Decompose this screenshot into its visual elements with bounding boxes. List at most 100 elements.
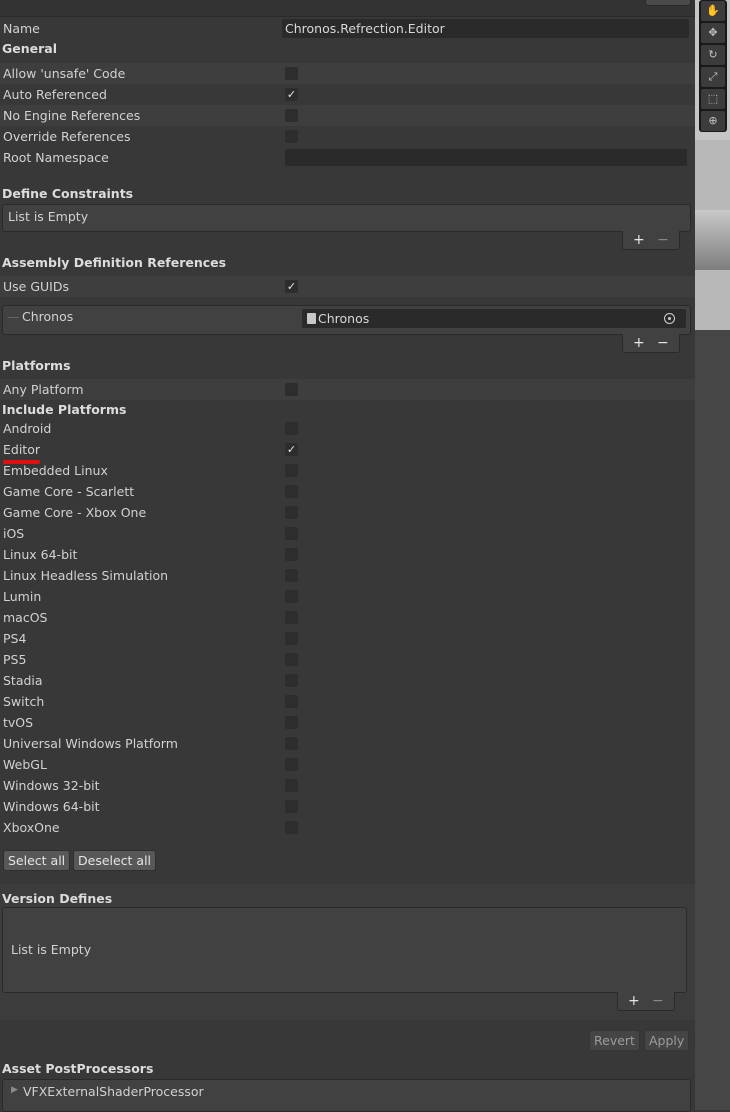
platform-game-core-scarlett-label: Game Core - Scarlett (3, 484, 135, 499)
any-platform-label: Any Platform (3, 382, 84, 397)
platform-stadia-label: Stadia (3, 673, 43, 688)
general-option-1-row: Auto Referenced ✓ (0, 84, 695, 105)
platform-ps5-row: PS5 (0, 649, 695, 670)
red-underline-annotation (3, 460, 40, 464)
scene-toolbar: ✋ ✥ ↻ ⤢ ⬚ ⊕ (699, 0, 727, 132)
general-option-2-row: No Engine References (0, 105, 695, 126)
platform-webgl-checkbox[interactable] (285, 758, 298, 771)
platform-tvos-row: tvOS (0, 712, 695, 733)
platform-windows-32-bit-checkbox[interactable] (285, 779, 298, 792)
platform-windows-64-bit-checkbox[interactable] (285, 800, 298, 813)
foldout-arrow-icon[interactable]: ▶ (11, 1085, 18, 1095)
platform-game-core-xbox-one-row: Game Core - Xbox One (0, 502, 695, 523)
include-platforms-header: Include Platforms (2, 402, 127, 417)
platform-universal-windows-platform-row: Universal Windows Platform (0, 733, 695, 754)
use-guids-checkbox[interactable]: ✓ (285, 280, 298, 293)
platform-windows-64-bit-label: Windows 64-bit (3, 799, 100, 814)
rect-tool-icon[interactable]: ⬚ (701, 89, 725, 109)
platform-android-label: Android (3, 421, 52, 436)
postprocessors-header: Asset PostProcessors (2, 1061, 154, 1076)
platform-game-core-scarlett-row: Game Core - Scarlett (0, 481, 695, 502)
define-constraints-list: List is Empty (2, 204, 691, 232)
general-option-1-label: Auto Referenced (3, 87, 107, 102)
deselect-all-button[interactable]: Deselect all (73, 850, 157, 871)
scene-view[interactable]: ✋ ✥ ↻ ⤢ ⬚ ⊕ (695, 0, 730, 1110)
platform-switch-row: Switch (0, 691, 695, 712)
platform-editor-label: Editor (3, 442, 40, 457)
hand-tool-icon[interactable]: ✋ (701, 1, 725, 21)
platform-linux-headless-simulation-checkbox[interactable] (285, 569, 298, 582)
platform-lumin-row: Lumin (0, 586, 695, 607)
platform-xboxone-checkbox[interactable] (285, 821, 298, 834)
version-defines-header: Version Defines (2, 891, 113, 906)
general-option-1-checkbox[interactable]: ✓ (285, 88, 298, 101)
root-namespace-field[interactable] (285, 149, 687, 166)
platform-windows-32-bit-label: Windows 32-bit (3, 778, 100, 793)
platform-webgl-row: WebGL (0, 754, 695, 775)
platforms-header: Platforms (2, 358, 71, 373)
platform-game-core-xbox-one-checkbox[interactable] (285, 506, 298, 519)
platform-ps5-checkbox[interactable] (285, 653, 298, 666)
move-tool-icon[interactable]: ✥ (701, 23, 725, 43)
inspector-panel: Name Chronos.Refrection.Editor General A… (0, 0, 695, 1112)
platform-switch-checkbox[interactable] (285, 695, 298, 708)
header-button[interactable] (645, 0, 691, 6)
object-picker-icon[interactable] (664, 313, 675, 324)
platform-universal-windows-platform-checkbox[interactable] (285, 737, 298, 750)
asmdef-file-icon (307, 313, 316, 324)
any-platform-checkbox[interactable] (285, 383, 298, 396)
platform-windows-32-bit-row: Windows 32-bit (0, 775, 695, 796)
platform-ios-checkbox[interactable] (285, 527, 298, 540)
platform-linux-64-bit-checkbox[interactable] (285, 548, 298, 561)
platform-macos-checkbox[interactable] (285, 611, 298, 624)
general-option-0-checkbox[interactable] (285, 67, 298, 80)
platform-ps5-label: PS5 (3, 652, 27, 667)
scene-horizon (695, 210, 730, 270)
platform-stadia-checkbox[interactable] (285, 674, 298, 687)
define-constraints-remove-button[interactable]: − (657, 231, 669, 249)
general-option-0-row: Allow 'unsafe' Code (0, 63, 695, 84)
assembly-refs-add-button[interactable]: + (633, 334, 645, 352)
drag-handle[interactable]: — (7, 306, 20, 328)
platform-windows-64-bit-row: Windows 64-bit (0, 796, 695, 817)
platform-android-checkbox[interactable] (285, 422, 298, 435)
general-option-2-checkbox[interactable] (285, 109, 298, 122)
revert-button[interactable]: Revert (589, 1030, 640, 1051)
platform-linux-headless-simulation-row: Linux Headless Simulation (0, 565, 695, 586)
platform-game-core-scarlett-checkbox[interactable] (285, 485, 298, 498)
assembly-refs-remove-button[interactable]: − (657, 334, 669, 352)
top-strip (0, 0, 695, 16)
apply-button[interactable]: Apply (644, 1030, 690, 1051)
platform-ios-row: iOS (0, 523, 695, 544)
platform-game-core-xbox-one-label: Game Core - Xbox One (3, 505, 147, 520)
general-option-3-row: Override References (0, 126, 695, 147)
platform-embedded-linux-row: Embedded Linux (0, 460, 695, 481)
platform-ps4-label: PS4 (3, 631, 27, 646)
name-field[interactable]: Chronos.Refrection.Editor (282, 19, 689, 38)
rotate-tool-icon[interactable]: ↻ (701, 45, 725, 65)
select-all-button[interactable]: Select all (3, 850, 71, 871)
platform-tvos-checkbox[interactable] (285, 716, 298, 729)
platform-xboxone-row: XboxOne (0, 817, 695, 838)
platform-xboxone-label: XboxOne (3, 820, 60, 835)
platform-lumin-checkbox[interactable] (285, 590, 298, 603)
transform-tool-icon[interactable]: ⊕ (701, 111, 725, 131)
platform-universal-windows-platform-label: Universal Windows Platform (3, 736, 178, 751)
platform-ps4-checkbox[interactable] (285, 632, 298, 645)
postprocessors-list: ▶ VFXExternalShaderProcessor (2, 1079, 691, 1112)
platform-editor-checkbox[interactable]: ✓ (285, 443, 298, 456)
scale-tool-icon[interactable]: ⤢ (701, 67, 725, 87)
assembly-ref-object-field[interactable]: Chronos (302, 309, 686, 328)
name-label: Name (3, 21, 40, 36)
platform-embedded-linux-checkbox[interactable] (285, 464, 298, 477)
use-guids-row: Use GUIDs ✓ (0, 276, 695, 297)
define-constraints-add-button[interactable]: + (633, 231, 645, 249)
general-option-3-checkbox[interactable] (285, 130, 298, 143)
version-defines-remove-button[interactable]: − (652, 992, 664, 1010)
platform-editor-row: Editor ✓ (0, 439, 695, 460)
postprocessor-item[interactable]: VFXExternalShaderProcessor (23, 1084, 204, 1099)
platform-lumin-label: Lumin (3, 589, 42, 604)
version-defines-add-button[interactable]: + (628, 992, 640, 1010)
platform-ios-label: iOS (3, 526, 25, 541)
platform-linux-headless-simulation-label: Linux Headless Simulation (3, 568, 169, 583)
